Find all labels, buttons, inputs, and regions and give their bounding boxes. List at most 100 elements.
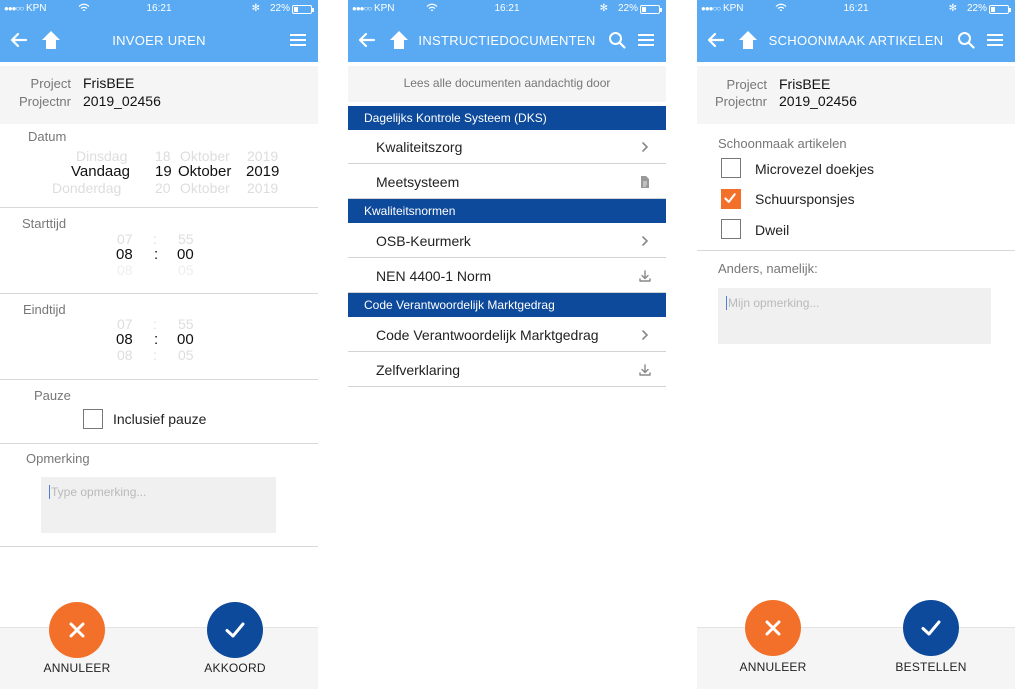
doc-item-zelfverklaring[interactable]: Zelfverklaring — [348, 353, 666, 387]
date-selected-month[interactable]: Oktober — [178, 163, 231, 180]
download-icon[interactable] — [638, 363, 652, 377]
divider — [0, 207, 318, 208]
doc-item-nen-4400-1[interactable]: NEN 4400-1 Norm — [348, 259, 666, 293]
annuleer-label[interactable]: ANNULEER — [723, 660, 823, 674]
projectnr-value: 2019_02456 — [779, 93, 857, 109]
annuleer-label[interactable]: ANNULEER — [27, 661, 127, 675]
nav-bar: INSTRUCTIEDOCUMENTEN — [348, 22, 666, 58]
start-prev-minute[interactable]: 55 — [178, 231, 194, 247]
start-prev-hour[interactable]: 07 — [117, 231, 133, 247]
checkbox-dweil[interactable] — [721, 219, 741, 239]
hamburger-menu-icon[interactable] — [638, 32, 654, 48]
bottom-action-bar — [0, 627, 318, 689]
top-bar: ●●●○○ KPN 16:21 ✻ 22% INSTRUCTIEDOCUMENT… — [348, 0, 666, 62]
chevron-right-icon — [638, 328, 652, 342]
label-schuursponsjes[interactable]: Schuursponsjes — [755, 191, 855, 207]
inclusief-pauze-label[interactable]: Inclusief pauze — [113, 411, 206, 427]
end-prev-sep: : — [153, 316, 157, 332]
divider — [0, 443, 318, 444]
date-selected-year[interactable]: 2019 — [246, 163, 279, 180]
start-prev-sep: : — [153, 231, 157, 247]
opmerking-textarea[interactable]: Type opmerking... — [41, 477, 276, 533]
end-next-hour[interactable]: 08 — [117, 347, 133, 363]
instructiedocumenten-screen: ●●●○○ KPN 16:21 ✻ 22% INSTRUCTIEDOCUMENT… — [348, 0, 666, 689]
doc-item-kwaliteitszorg[interactable]: Kwaliteitszorg — [348, 130, 666, 164]
project-header: Project FrisBEE Projectnr 2019_02456 — [0, 66, 318, 124]
annuleer-button[interactable] — [745, 600, 801, 656]
end-prev-minute[interactable]: 55 — [178, 316, 194, 332]
schoonmaak-section-label: Schoonmaak artikelen — [718, 136, 847, 151]
doc-item-label: NEN 4400-1 Norm — [376, 268, 492, 284]
date-prev-num[interactable]: 18 — [155, 148, 171, 164]
date-prev-day[interactable]: Dinsdag — [76, 148, 127, 164]
label-dweil[interactable]: Dweil — [755, 222, 789, 238]
end-next-sep: : — [153, 347, 157, 363]
top-bar: ●●●○○ KPN 16:21 ✻ 22% SCHOONMAAK ARTIKEL… — [697, 0, 1015, 62]
start-next-hour[interactable]: 08 — [117, 262, 133, 278]
hamburger-menu-icon[interactable] — [987, 32, 1003, 48]
akkoord-button[interactable] — [207, 602, 263, 658]
chevron-right-icon — [638, 234, 652, 248]
annuleer-button[interactable] — [49, 602, 105, 658]
date-prev-year[interactable]: 2019 — [247, 148, 278, 164]
checkbox-schuursponsjes[interactable] — [721, 189, 741, 209]
close-icon — [761, 616, 785, 640]
akkoord-label[interactable]: AKKOORD — [185, 661, 285, 675]
end-next-minute[interactable]: 05 — [178, 347, 194, 363]
status-bar: ●●●○○ KPN 16:21 ✻ 22% — [697, 3, 1015, 17]
check-icon — [919, 616, 943, 640]
status-bar: ●●●○○ KPN 16:21 ✻ 22% — [0, 3, 318, 17]
project-label: Project — [726, 77, 767, 92]
checkbox-microvezel-doekjes[interactable] — [721, 158, 741, 178]
bestellen-label[interactable]: BESTELLEN — [881, 660, 981, 674]
datum-label: Datum — [28, 129, 67, 144]
date-next-num[interactable]: 20 — [155, 180, 171, 196]
document-icon — [638, 175, 652, 189]
text-caret — [726, 296, 727, 310]
doc-item-label: Meetsysteem — [376, 174, 460, 190]
project-header: Project FrisBEE Projectnr 2019_02456 — [697, 66, 1015, 124]
end-prev-hour[interactable]: 07 — [117, 316, 133, 332]
end-selected-minute[interactable]: 00 — [177, 331, 194, 348]
battery-percent: 22% — [966, 3, 987, 14]
date-selected-day[interactable]: Vandaag — [71, 163, 130, 180]
project-value: FrisBEE — [779, 76, 831, 92]
nav-bar: INVOER UREN — [0, 22, 318, 58]
doc-item-code-marktgedrag[interactable]: Code Verantwoordelijk Marktgedrag — [348, 318, 666, 352]
end-selected-sep: : — [154, 331, 159, 348]
start-selected-minute[interactable]: 00 — [177, 246, 194, 263]
date-next-day[interactable]: Donderdag — [52, 180, 121, 196]
date-next-year[interactable]: 2019 — [247, 180, 278, 196]
divider — [697, 250, 1015, 251]
end-selected-hour[interactable]: 08 — [116, 331, 133, 348]
starttijd-label: Starttijd — [22, 216, 67, 231]
opmerking-label: Opmerking — [26, 451, 90, 466]
checkmark-icon — [724, 193, 736, 203]
inclusief-pauze-checkbox[interactable] — [83, 409, 103, 429]
doc-item-osb-keurmerk[interactable]: OSB-Keurmerk — [348, 224, 666, 258]
label-microvezel-doekjes[interactable]: Microvezel doekjes — [755, 161, 874, 177]
hamburger-menu-icon[interactable] — [290, 32, 306, 48]
anders-placeholder: Mijn opmerking... — [728, 296, 820, 310]
date-prev-month[interactable]: Oktober — [180, 148, 230, 164]
bestellen-button[interactable] — [903, 600, 959, 656]
start-selected-sep: : — [154, 246, 159, 263]
battery-icon — [640, 5, 662, 14]
top-bar: ●●●○○ KPN 16:21 ✻ 22% INVOER UREN — [0, 0, 318, 62]
date-next-month[interactable]: Oktober — [180, 180, 230, 196]
battery-icon — [292, 5, 314, 14]
text-caret — [49, 485, 50, 499]
doc-item-meetsysteem[interactable]: Meetsysteem — [348, 165, 666, 199]
projectnr-label: Projectnr — [714, 94, 767, 109]
divider — [0, 379, 318, 380]
download-icon[interactable] — [638, 269, 652, 283]
date-selected-num[interactable]: 19 — [155, 163, 172, 180]
check-icon — [223, 618, 247, 642]
doc-item-label: Code Verantwoordelijk Marktgedrag — [376, 327, 599, 343]
start-next-minute[interactable]: 05 — [178, 262, 194, 278]
doc-item-label: Kwaliteitszorg — [376, 139, 463, 155]
search-icon[interactable] — [957, 31, 975, 49]
search-icon[interactable] — [608, 31, 626, 49]
start-selected-hour[interactable]: 08 — [116, 246, 133, 263]
anders-textarea[interactable]: Mijn opmerking... — [718, 288, 991, 344]
